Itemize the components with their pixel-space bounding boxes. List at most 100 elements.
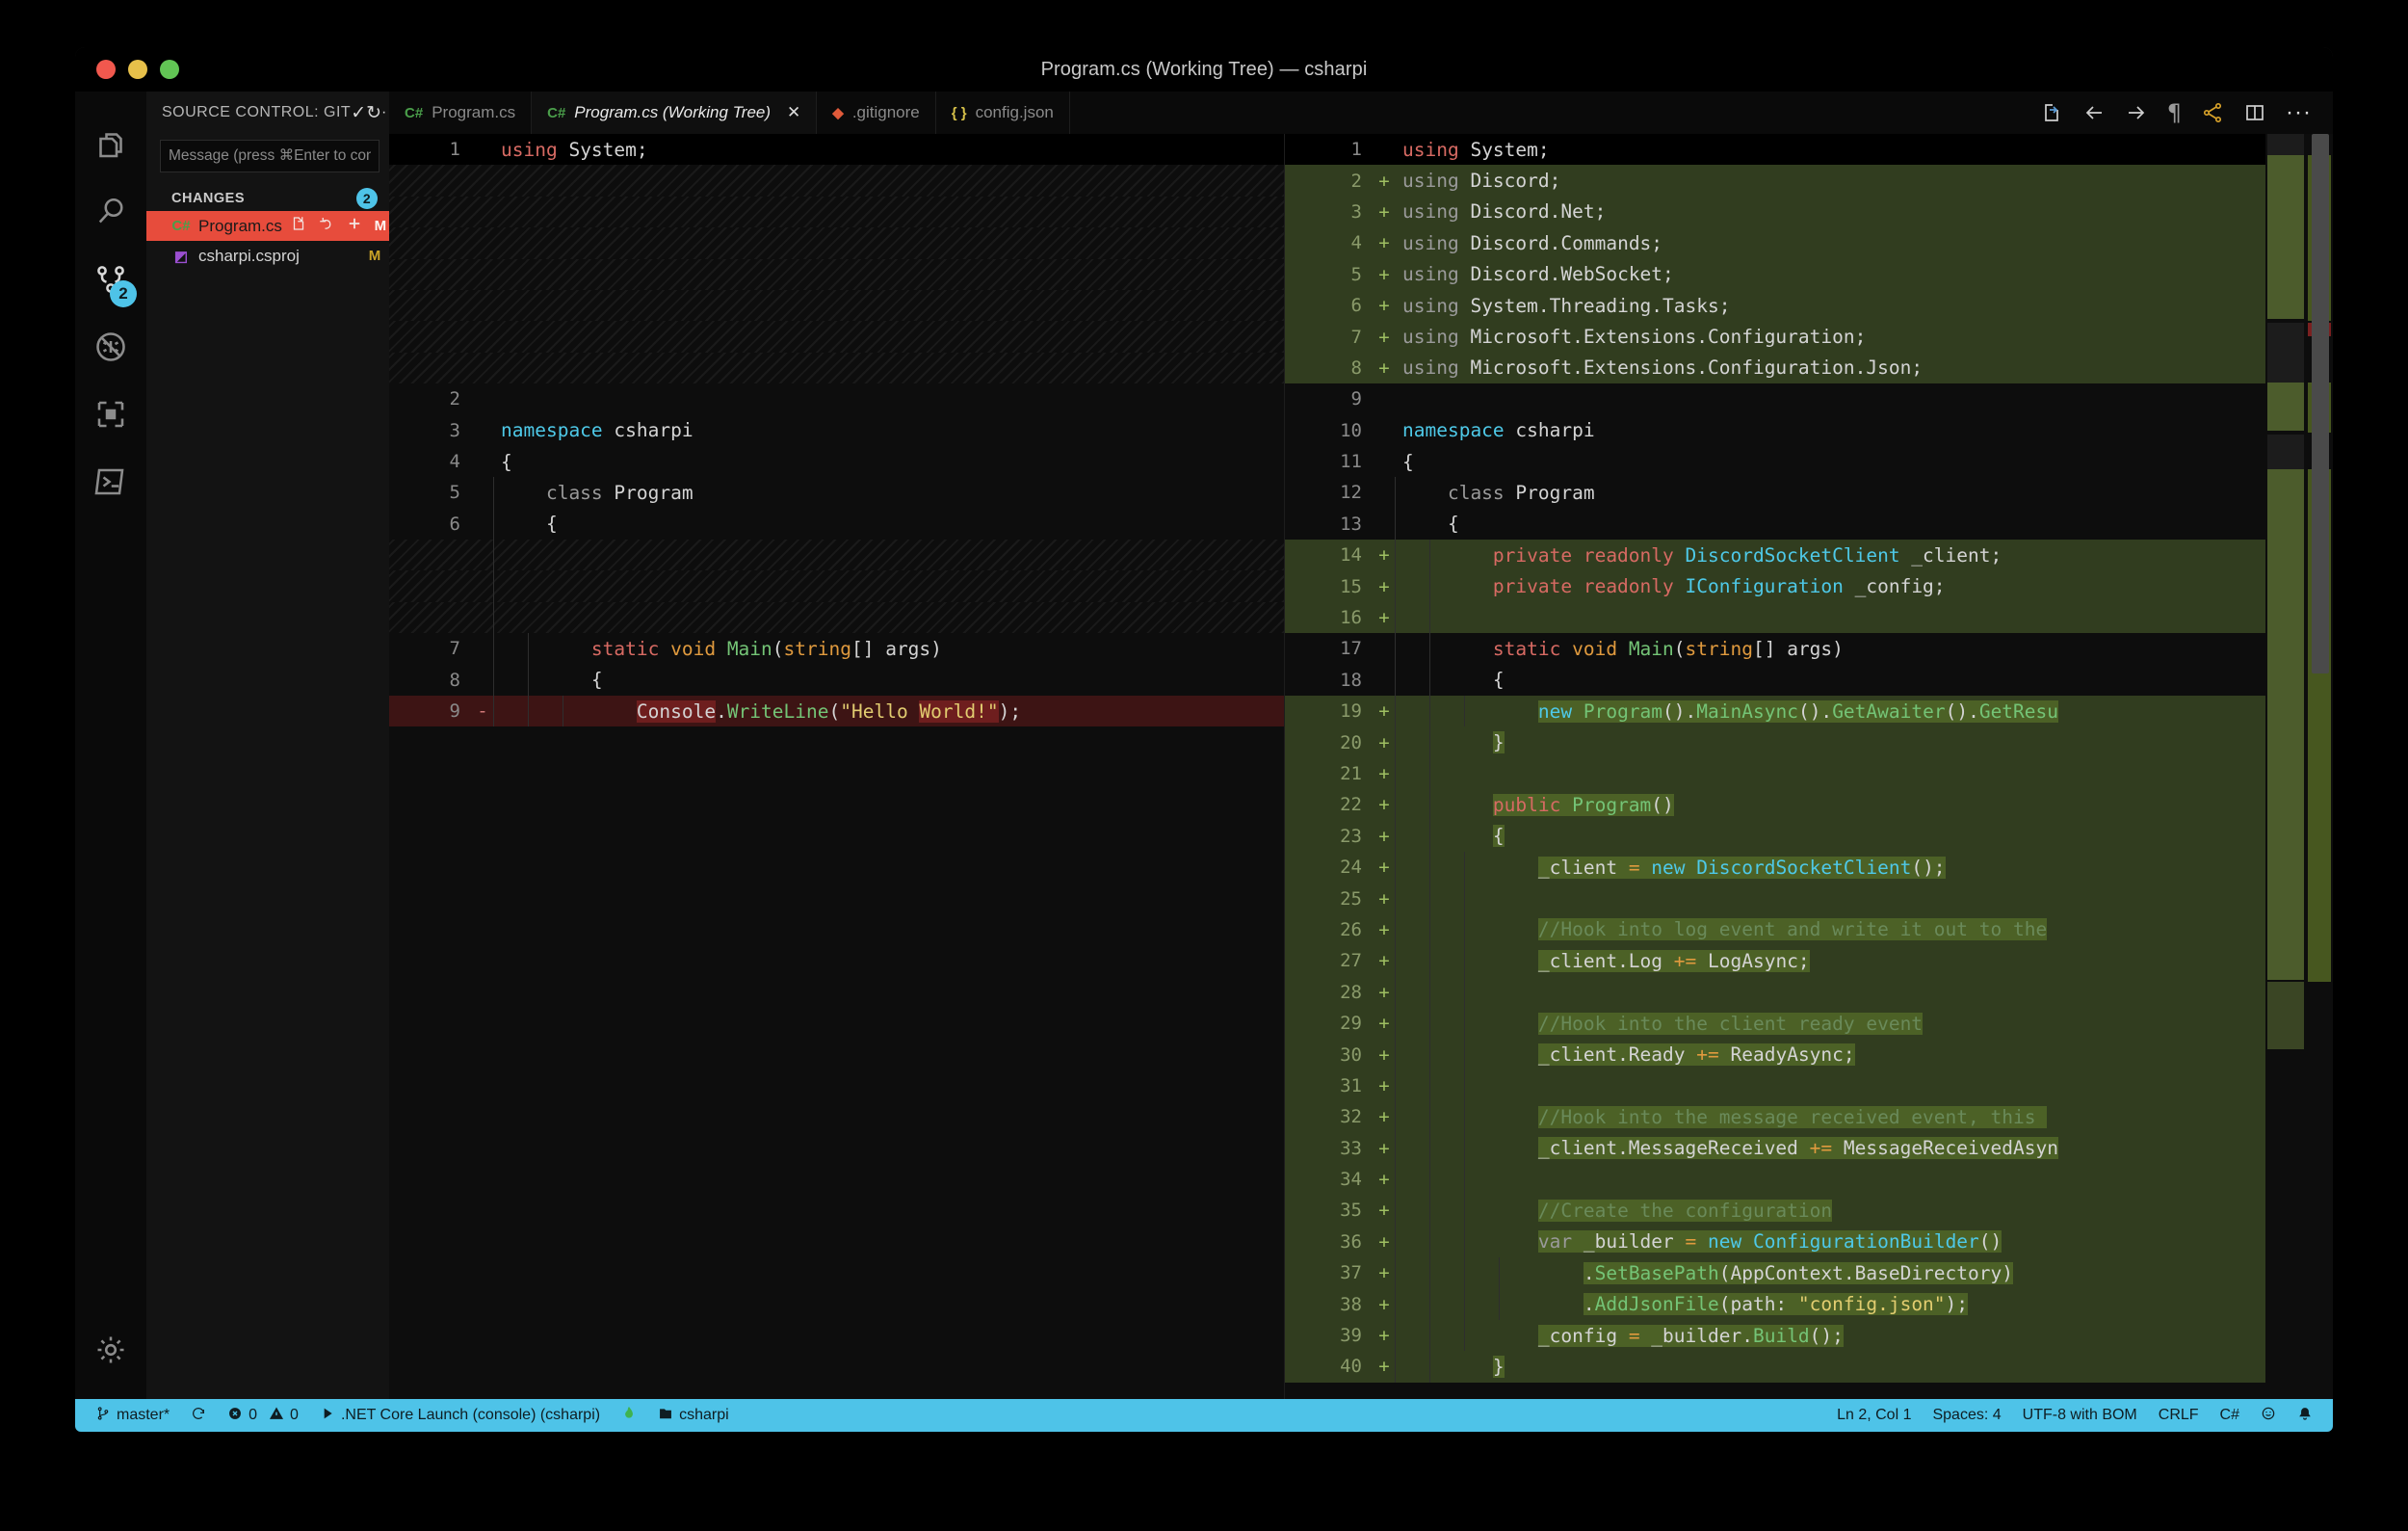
error-icon <box>227 1406 243 1426</box>
line-number: 9 <box>1285 388 1374 409</box>
activity-item-search[interactable] <box>75 180 146 248</box>
diff-line: 11{ <box>1285 446 2333 477</box>
indent-guide <box>1395 789 1396 820</box>
status-indentation[interactable]: Spaces: 4 <box>1922 1407 2011 1424</box>
indent-guide <box>1395 914 1396 945</box>
tab-program-cs[interactable]: C# Program.cs <box>389 92 532 134</box>
code-text: _client = new DiscordSocketClient(); <box>1395 857 2333 879</box>
line-number: 29 <box>1285 1013 1374 1034</box>
status-eol[interactable]: CRLF <box>2148 1407 2210 1424</box>
status-notifications[interactable] <box>2287 1406 2323 1426</box>
code-text: class Program <box>1395 482 2333 504</box>
status-language-mode[interactable]: C# <box>2210 1407 2250 1424</box>
smiley-icon <box>2261 1406 2276 1426</box>
indent-guide <box>1464 852 1465 883</box>
commit-message-input[interactable] <box>160 140 380 172</box>
toggle-whitespace-button[interactable]: ¶ <box>2167 99 2182 126</box>
compare-changes-button[interactable] <box>2201 101 2224 124</box>
indent-guide <box>1429 945 1430 976</box>
status-project[interactable]: csharpi <box>647 1399 740 1432</box>
indent-guide <box>528 665 529 696</box>
overview-ruler[interactable] <box>2306 134 2333 1399</box>
diff-line: 9- Console.WriteLine("Hello World!"); <box>389 696 1284 726</box>
discard-changes-icon[interactable] <box>318 215 335 237</box>
status-flame[interactable] <box>611 1399 647 1432</box>
diff-line: 6+using System.Threading.Tasks; <box>1285 290 2333 321</box>
commit-button[interactable]: ✓ <box>351 98 366 127</box>
open-changes-button[interactable] <box>2040 101 2063 124</box>
csproj-file-icon: ◩ <box>171 248 191 265</box>
line-number: 30 <box>1285 1044 1374 1066</box>
indent-guide <box>1429 1195 1430 1226</box>
line-number: 28 <box>1285 982 1374 1003</box>
activity-item-terminal[interactable] <box>75 450 146 517</box>
diff-sign: + <box>1374 950 1395 971</box>
status-cursor-position[interactable]: Ln 2, Col 1 <box>1826 1407 1922 1424</box>
activity-item-source-control[interactable]: 2 <box>75 248 146 315</box>
minimize-window-button[interactable] <box>128 60 147 79</box>
changes-section-header[interactable]: CHANGES 2 <box>146 186 389 211</box>
line-number: 20 <box>1285 732 1374 753</box>
diff-line: 33+ _client.MessageReceived += MessageRe… <box>1285 1133 2333 1164</box>
code-text: { <box>493 669 1284 691</box>
close-icon[interactable]: ✕ <box>787 103 800 122</box>
activity-item-settings[interactable] <box>75 1318 146 1386</box>
csharp-file-icon: C# <box>171 218 191 234</box>
close-window-button[interactable] <box>96 60 116 79</box>
status-branch[interactable]: master* <box>85 1399 180 1432</box>
indent-guide <box>1429 1288 1430 1319</box>
minimap[interactable] <box>2265 134 2306 1399</box>
code-text: _client.Log += LogAsync; <box>1395 950 2333 972</box>
tab-gitignore[interactable]: ◆ .gitignore <box>817 92 935 134</box>
refresh-button[interactable]: ↻ <box>366 98 381 127</box>
extensions-icon <box>93 397 128 436</box>
indent-guide <box>1429 1320 1430 1351</box>
diff-line: 40+ } <box>1285 1351 2333 1382</box>
indent-guide <box>1395 883 1396 913</box>
diff-line <box>389 570 1284 601</box>
line-number: 40 <box>1285 1356 1374 1377</box>
indent-guide <box>1395 852 1396 883</box>
maximize-window-button[interactable] <box>160 60 179 79</box>
indent-guide <box>1395 1320 1396 1351</box>
previous-change-button[interactable] <box>2082 101 2106 124</box>
diff-pane-modified[interactable]: 1using System;2+using Discord;3+using Di… <box>1285 134 2333 1399</box>
diff-line <box>389 165 1284 196</box>
code-text: using Microsoft.Extensions.Configuration… <box>1395 326 2333 348</box>
code-text: new Program().MainAsync().GetAwaiter().G… <box>1395 700 2333 723</box>
list-item-program-cs[interactable]: C# Program.cs M <box>146 211 389 241</box>
open-file-icon[interactable] <box>290 215 307 237</box>
indent-guide <box>1429 1039 1430 1069</box>
activity-item-run-debug[interactable] <box>75 315 146 383</box>
diff-line: 24+ _client = new DiscordSocketClient(); <box>1285 852 2333 883</box>
line-number: 2 <box>389 388 472 409</box>
indent-guide <box>1429 1164 1430 1195</box>
status-sync[interactable] <box>180 1399 217 1432</box>
activity-item-extensions[interactable] <box>75 383 146 450</box>
tab-config-json[interactable]: { } config.json <box>936 92 1070 134</box>
diff-sign: + <box>1374 1294 1395 1315</box>
next-change-button[interactable] <box>2125 101 2148 124</box>
diff-sign: + <box>1374 1013 1395 1034</box>
sidebar-header: SOURCE CONTROL: GIT ✓ ↻ ··· <box>146 92 389 134</box>
split-editor-button[interactable] <box>2243 101 2266 124</box>
source-control-sidebar: SOURCE CONTROL: GIT ✓ ↻ ··· CHANGES 2 <box>146 92 389 1399</box>
status-run-config[interactable]: .NET Core Launch (console) (csharpi) <box>309 1399 611 1432</box>
diff-pane-original[interactable]: 1using System;23namespace csharpi4{5 cla… <box>389 134 1285 1399</box>
status-feedback[interactable] <box>2250 1406 2287 1426</box>
code-text: Console.WriteLine("Hello World!"); <box>493 700 1284 723</box>
status-encoding[interactable]: UTF-8 with BOM <box>2012 1407 2148 1424</box>
diff-line: 13 { <box>1285 509 2333 540</box>
editor-more-actions-button[interactable]: ··· <box>2286 106 2312 119</box>
tab-program-cs-working-tree[interactable]: C# Program.cs (Working Tree) ✕ <box>532 92 817 134</box>
diff-line: 19+ new Program().MainAsync().GetAwaiter… <box>1285 696 2333 726</box>
activity-item-explorer[interactable] <box>75 113 146 180</box>
indent-guide <box>1464 1227 1465 1257</box>
line-number: 23 <box>1285 826 1374 847</box>
stage-changes-icon[interactable] <box>346 215 363 237</box>
diff-sign: + <box>1374 794 1395 815</box>
list-item-csharpi-csproj[interactable]: ◩ csharpi.csproj M <box>146 241 389 271</box>
line-number: 5 <box>389 482 472 503</box>
status-problems[interactable]: 0 0 <box>217 1399 309 1432</box>
indent-guide <box>1464 1164 1465 1195</box>
